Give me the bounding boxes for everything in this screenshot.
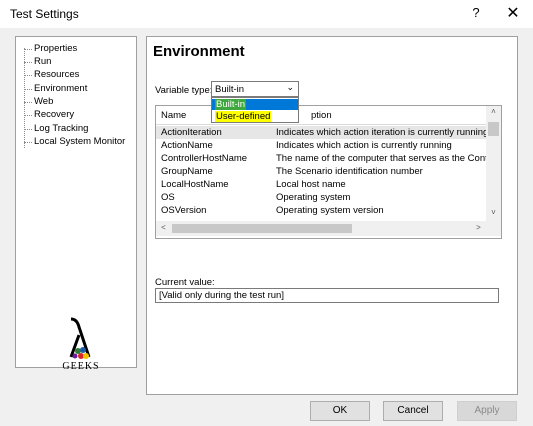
close-button[interactable]: ✕ (500, 3, 526, 23)
tree-item-properties[interactable]: Properties (23, 43, 77, 54)
cell-description: The Scenario identification number (276, 166, 423, 177)
variable-type-value: Built-in (215, 84, 245, 95)
window-title: Test Settings (10, 7, 79, 21)
dialog-body: Properties Run Resources Environment Web… (0, 28, 533, 426)
scroll-right-icon[interactable]: > (471, 223, 486, 232)
cell-name: LocalHostName (161, 179, 229, 190)
apply-button[interactable]: Apply (457, 401, 517, 421)
scroll-up-icon[interactable]: ˄ (486, 107, 501, 116)
cell-description: Operating system version (276, 205, 384, 216)
grid-header: Name ption (156, 106, 486, 125)
cell-name: ActionIteration (161, 127, 222, 138)
settings-tree: Properties Run Resources Environment Web… (15, 36, 137, 372)
table-row[interactable]: GroupName The Scenario identification nu… (156, 165, 486, 178)
variable-type-select[interactable]: Built-in ⌄ (211, 81, 299, 97)
current-value-field[interactable]: [Valid only during the test run] (155, 288, 499, 303)
horizontal-scrollbar[interactable]: < > (156, 221, 486, 236)
cell-name: ControllerHostName (161, 153, 248, 164)
cell-name: OS (161, 192, 175, 203)
table-row[interactable]: OS Operating system (156, 191, 486, 204)
variable-type-label: Variable type: (155, 85, 213, 96)
geeks-logo: GEEKS (46, 317, 116, 377)
scroll-corner (486, 221, 501, 236)
option-built-in[interactable]: Built-in (212, 99, 298, 110)
current-value-label: Current value: (155, 277, 215, 288)
table-row[interactable]: ControllerHostName The name of the compu… (156, 152, 486, 165)
tree-item-log-tracking[interactable]: Log Tracking (23, 123, 88, 134)
table-row[interactable]: ActionIteration Indicates which action i… (156, 126, 486, 139)
tree-item-environment[interactable]: Environment (23, 83, 87, 94)
help-button[interactable]: ? (466, 5, 486, 23)
tree-item-resources[interactable]: Resources (23, 69, 79, 80)
cell-description: Operating system (276, 192, 351, 203)
cell-description: The name of the computer that serves as … (276, 153, 486, 164)
option-user-defined[interactable]: User-defined (212, 111, 298, 122)
vertical-scroll-thumb[interactable] (488, 122, 499, 136)
horizontal-scroll-thumb[interactable] (172, 224, 352, 233)
environment-panel: Environment Variable type: Built-in ⌄ Na… (146, 36, 518, 395)
ok-button[interactable]: OK (310, 401, 370, 421)
table-row[interactable]: OSVersion Operating system version (156, 204, 486, 216)
vertical-scrollbar[interactable]: ˄ ˅ (486, 106, 501, 221)
scroll-left-icon[interactable]: < (156, 223, 171, 232)
current-value-text: [Valid only during the test run] (159, 290, 284, 301)
tree-item-run[interactable]: Run (23, 56, 51, 67)
cancel-button[interactable]: Cancel (383, 401, 443, 421)
option-label: User-defined (215, 111, 272, 122)
cell-description: Indicates which action is currently runn… (276, 140, 452, 151)
chevron-down-icon: ⌄ (286, 82, 294, 92)
cell-name: ActionName (161, 140, 213, 151)
variable-type-dropdown[interactable]: Built-in User-defined (211, 97, 299, 123)
tree-connector (24, 48, 25, 148)
title-bar: Test Settings ? ✕ (0, 0, 533, 28)
tree-item-local-system-monitor[interactable]: Local System Monitor (23, 136, 125, 147)
table-row[interactable]: LocalHostName Local host name (156, 178, 486, 191)
scroll-down-icon[interactable]: ˅ (486, 208, 501, 217)
page-title: Environment (153, 43, 245, 60)
column-header-name[interactable]: Name (161, 110, 186, 121)
cell-name: GroupName (161, 166, 213, 177)
cell-description: Local host name (276, 179, 346, 190)
tree-item-web[interactable]: Web (23, 96, 53, 107)
cell-name: OSVersion (161, 205, 207, 216)
option-label: Built-in (215, 99, 247, 110)
logo-text: GEEKS (62, 361, 100, 372)
column-header-description[interactable]: ption (311, 110, 332, 121)
table-row[interactable]: ActionName Indicates which action is cur… (156, 139, 486, 152)
cell-description: Indicates which action iteration is curr… (276, 127, 486, 138)
lambda-logo-icon (69, 317, 91, 359)
tree-item-recovery[interactable]: Recovery (23, 109, 74, 120)
variables-grid[interactable]: Name ption ActionIteration Indicates whi… (155, 105, 502, 239)
